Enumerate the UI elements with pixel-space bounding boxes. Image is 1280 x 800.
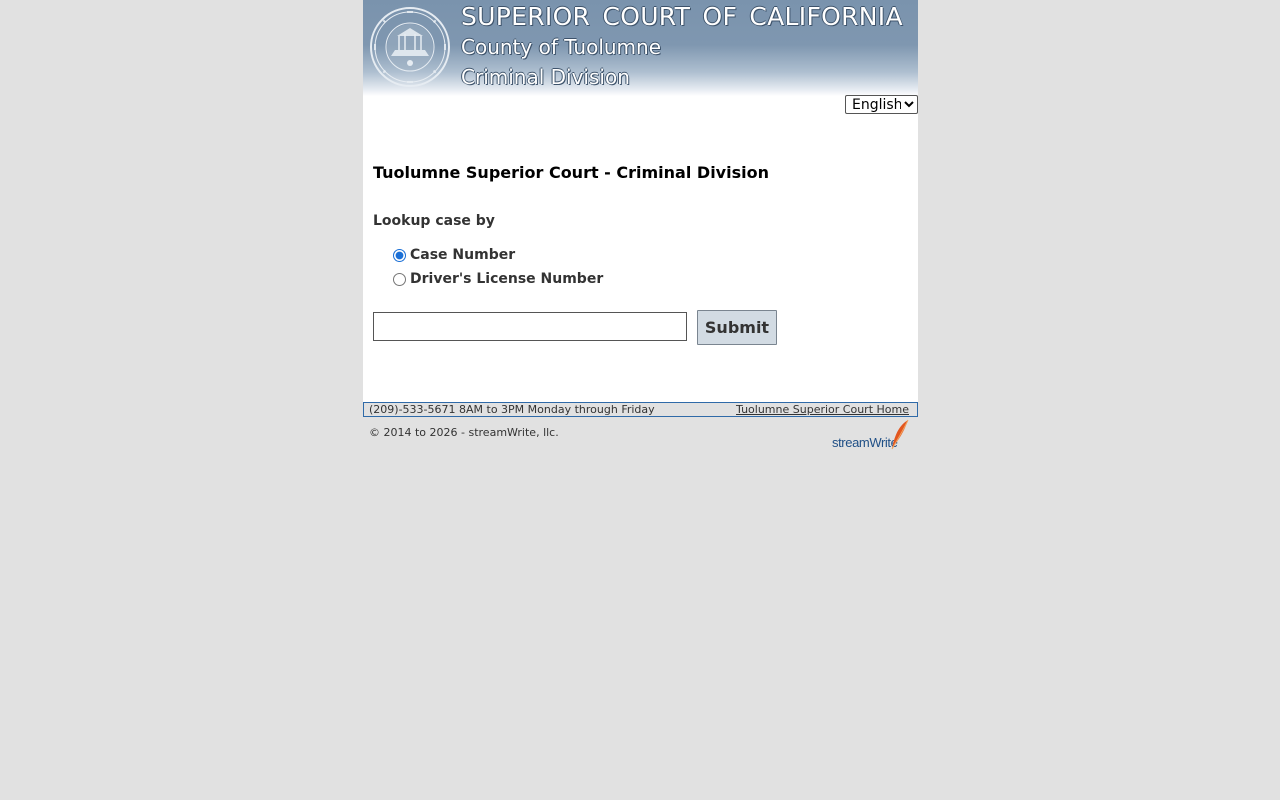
page-container: SUPERIOR COURT OF CALIFORNIA County of T… [363, 0, 918, 403]
page-title: Tuolumne Superior Court - Criminal Divis… [373, 163, 769, 182]
search-input[interactable] [373, 312, 687, 341]
footer-phone-hours: (209)-533-5671 8AM to 3PM Monday through… [369, 403, 655, 416]
radio-option-drivers-license[interactable]: Driver's License Number [392, 270, 603, 288]
banner-division-name: Criminal Division [461, 65, 630, 89]
feather-quill-icon [891, 419, 909, 450]
court-banner: SUPERIOR COURT OF CALIFORNIA County of T… [363, 0, 918, 96]
banner-court-name: SUPERIOR COURT OF CALIFORNIA [461, 2, 903, 31]
submit-button[interactable]: Submit [697, 310, 777, 345]
drivers-license-radio[interactable] [393, 272, 406, 286]
case-number-label: Case Number [410, 247, 516, 263]
streamwrite-logo-text: streamWrite [832, 435, 898, 450]
radio-option-case-number[interactable]: Case Number [392, 246, 515, 264]
drivers-license-label: Driver's License Number [410, 271, 604, 287]
court-home-link[interactable]: Tuolumne Superior Court Home [736, 403, 909, 416]
lookup-label: Lookup case by [373, 213, 495, 229]
streamwrite-logo: streamWrite [832, 419, 912, 453]
copyright-text: © 2014 to 2026 - streamWrite, llc. [369, 426, 559, 439]
court-seal-icon [370, 7, 450, 87]
banner-county-name: County of Tuolumne [461, 35, 662, 59]
footer-bar: (209)-533-5671 8AM to 3PM Monday through… [363, 402, 918, 417]
case-number-radio[interactable] [393, 248, 406, 262]
language-select[interactable]: English [845, 95, 918, 114]
